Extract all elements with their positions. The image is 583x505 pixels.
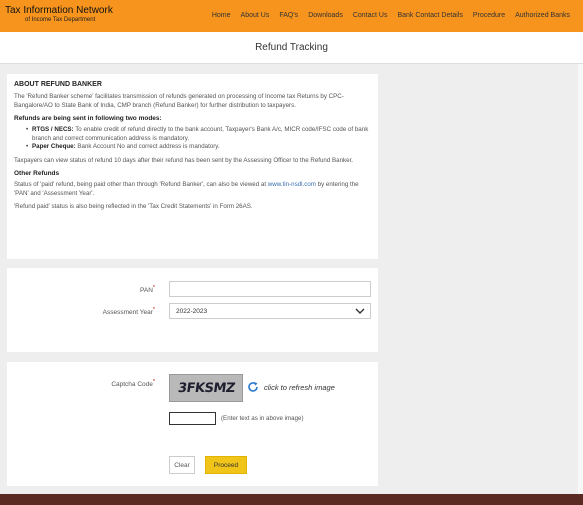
mode-rtgs: RTGS / NECS: To enable credit of refund … bbox=[26, 126, 371, 143]
site-header: Tax Information Network of Income Tax De… bbox=[0, 0, 583, 32]
status-note: Taxpayers can view status of refund 10 d… bbox=[14, 156, 354, 164]
nav-home[interactable]: Home bbox=[212, 12, 231, 19]
nav-about-us[interactable]: About Us bbox=[241, 12, 270, 19]
nav-procedure[interactable]: Procedure bbox=[473, 12, 505, 19]
nav-bank-contact-details[interactable]: Bank Contact Details bbox=[397, 12, 462, 19]
refresh-captcha-link[interactable]: click to refresh image bbox=[264, 383, 335, 392]
assessment-year-select[interactable]: 2022-2023 bbox=[169, 303, 371, 319]
about-refund-banker-panel: ABOUT REFUND BANKER The 'Refund Banker s… bbox=[7, 74, 378, 259]
proceed-button[interactable]: Proceed bbox=[205, 456, 247, 474]
other-refunds-text: Status of 'paid' refund, being paid othe… bbox=[14, 181, 371, 198]
page-scrollbar[interactable] bbox=[578, 64, 583, 494]
pan-label-text: PAN bbox=[140, 287, 153, 295]
mode-cheque: Paper Cheque: Bank Account No and correc… bbox=[26, 143, 371, 152]
logo-subtitle: of Income Tax Department bbox=[25, 17, 96, 23]
nav-faqs[interactable]: FAQ's bbox=[279, 12, 298, 19]
page-title-bar: Refund Tracking bbox=[0, 32, 583, 64]
modes-list: RTGS / NECS: To enable credit of refund … bbox=[14, 126, 371, 152]
assessment-year-label: Assessment Year* bbox=[47, 307, 155, 316]
other-text-a: Status of 'paid' refund, being paid othe… bbox=[14, 181, 268, 188]
pan-required-mark: * bbox=[152, 285, 155, 291]
captcha-label: Captcha Code* bbox=[67, 379, 155, 388]
pan-label: PAN* bbox=[67, 285, 155, 294]
mode-rtgs-text: To enable credit of refund directly to t… bbox=[32, 126, 369, 142]
main-nav: Home About Us FAQ's Downloads Contact Us… bbox=[212, 12, 570, 19]
captcha-image-text: 3FKSMZ bbox=[176, 381, 236, 396]
modes-heading: Refunds are being sent in following two … bbox=[14, 115, 162, 122]
clear-button[interactable]: Clear bbox=[169, 456, 195, 474]
nav-authorized-banks[interactable]: Authorized Banks bbox=[515, 12, 570, 19]
pan-form-panel: PAN* Assessment Year* 2022-2023 bbox=[7, 268, 378, 352]
tin-nsdl-link[interactable]: www.tin-nsdl.com bbox=[268, 181, 316, 188]
mode-rtgs-title: RTGS / NECS: bbox=[32, 126, 74, 133]
pan-input[interactable] bbox=[169, 281, 371, 297]
other-refunds-heading: Other Refunds bbox=[14, 170, 60, 177]
about-heading: ABOUT REFUND BANKER bbox=[14, 81, 102, 88]
site-logo[interactable]: Tax Information Network of Income Tax De… bbox=[5, 5, 113, 24]
captcha-input[interactable] bbox=[169, 412, 216, 425]
captcha-label-text: Captcha Code bbox=[111, 381, 153, 389]
site-footer bbox=[0, 494, 583, 505]
captcha-hint: (Enter text as in above image) bbox=[221, 415, 304, 422]
about-intro: The 'Refund Banker scheme' facilitates t… bbox=[14, 93, 344, 109]
ay-required-mark: * bbox=[152, 307, 155, 313]
assessment-year-value: 2022-2023 bbox=[176, 308, 208, 315]
form26as-note: 'Refund paid' status is also being refle… bbox=[14, 203, 253, 210]
nav-contact-us[interactable]: Contact Us bbox=[353, 12, 388, 19]
logo-title: Tax Information Network bbox=[5, 5, 113, 16]
mode-cheque-title: Paper Cheque: bbox=[32, 143, 76, 150]
nav-downloads[interactable]: Downloads bbox=[308, 12, 343, 19]
refresh-icon[interactable] bbox=[247, 381, 259, 393]
ay-label-text: Assessment Year bbox=[102, 309, 153, 317]
mode-cheque-text: Bank Account No and correct address is m… bbox=[75, 143, 220, 150]
captcha-image: 3FKSMZ bbox=[169, 374, 243, 402]
captcha-panel: Captcha Code* 3FKSMZ click to refresh im… bbox=[7, 362, 378, 486]
captcha-required-mark: * bbox=[152, 379, 155, 385]
chevron-down-icon bbox=[355, 308, 365, 314]
page-title: Refund Tracking bbox=[255, 42, 328, 53]
